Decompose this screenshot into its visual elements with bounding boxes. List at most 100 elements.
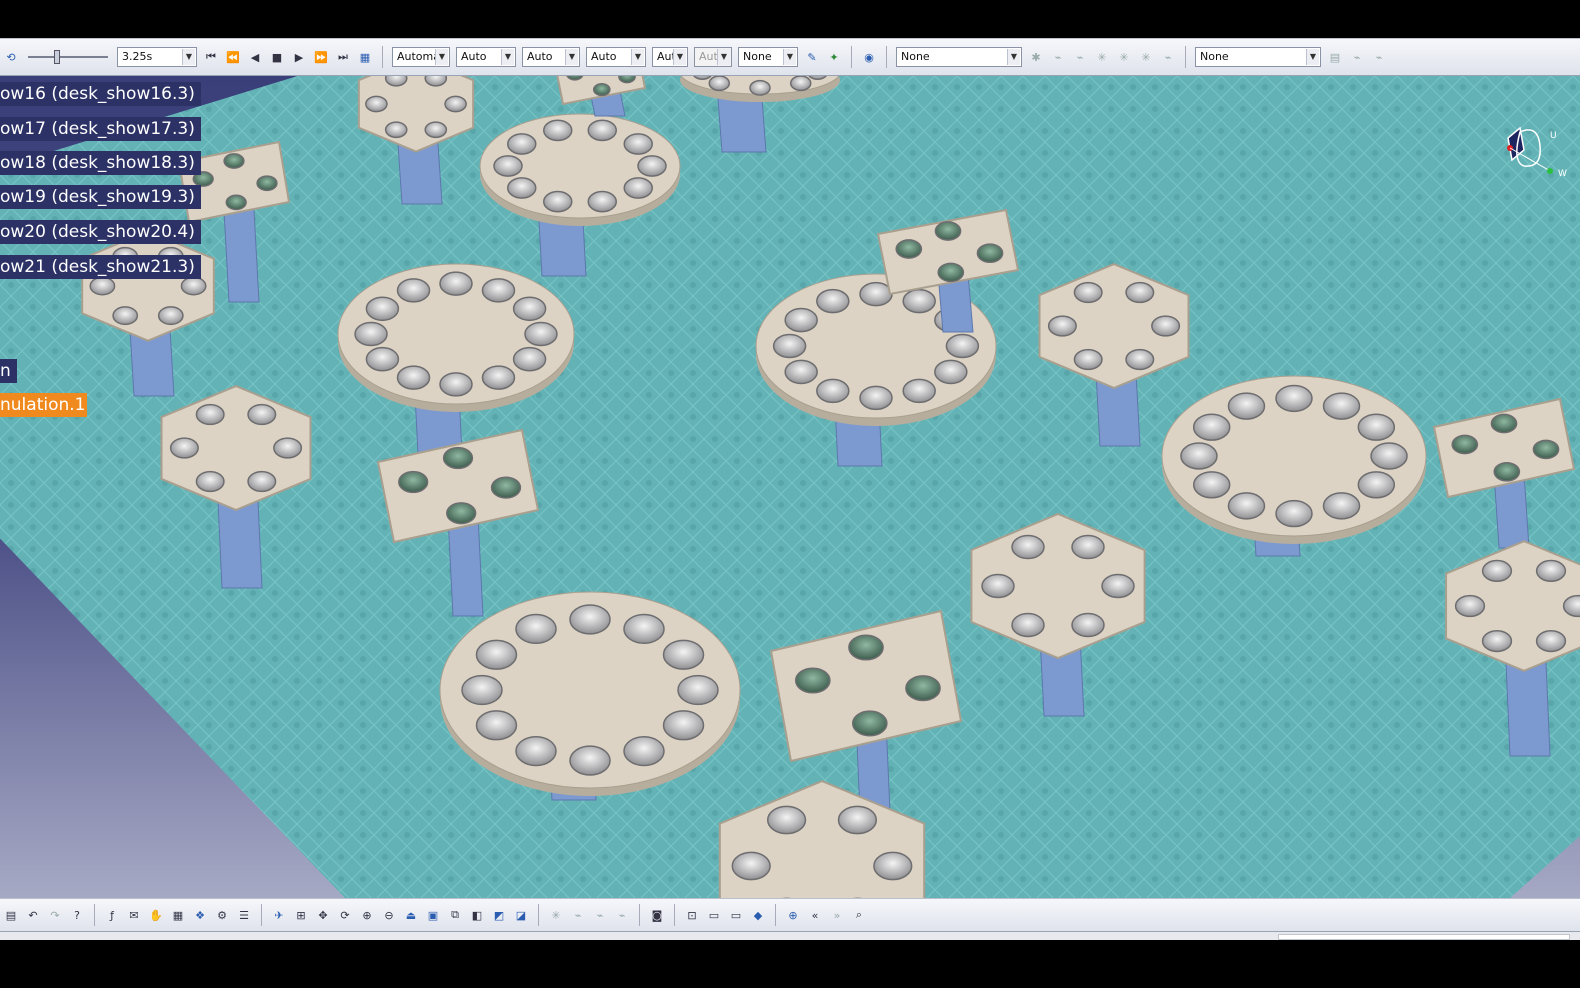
disabled-tool-icon: ⌁ <box>596 908 604 922</box>
seat-bowl <box>247 470 277 493</box>
tree-node-desk-show20[interactable]: ow20 (desk_show20.4) <box>0 220 201 244</box>
3d-viewport[interactable]: ow16 (desk_show16.3) ow17 (desk_show17.3… <box>0 76 1580 898</box>
seat-bowl <box>439 271 473 296</box>
seat-bowl <box>112 306 139 326</box>
seat-bowl <box>365 95 388 113</box>
seat-bowl <box>512 346 547 372</box>
green-seat <box>851 710 888 737</box>
list-icon[interactable]: ☰ <box>236 907 252 923</box>
tree-node-simulation-selected[interactable]: nulation.1 <box>0 393 88 417</box>
tree-node-desk-show18[interactable]: ow18 (desk_show18.3) <box>0 151 201 175</box>
mode-combo-2[interactable]: Auto ▼ <box>456 47 516 67</box>
chevron-down-icon: ▼ <box>631 49 644 65</box>
tree-node-desk-show17[interactable]: ow17 (desk_show17.3) <box>0 117 201 141</box>
annotation-icon[interactable]: ✉ <box>126 907 142 923</box>
play-icon[interactable]: ▶ <box>291 49 307 65</box>
formula-icon[interactable]: ƒ <box>104 907 120 923</box>
undo-icon[interactable]: ↶ <box>25 907 41 923</box>
tree-node-n[interactable]: n <box>0 359 17 383</box>
green-seat <box>905 675 941 702</box>
seat-bowl <box>731 851 771 881</box>
options-icon[interactable]: ✦ <box>826 49 842 65</box>
seat-bowl <box>789 76 812 92</box>
disabled-tool-icon: ✱ <box>1031 50 1041 64</box>
clash-icon[interactable]: ◉ <box>861 49 877 65</box>
knowledge-icon[interactable]: ❖ <box>192 907 208 923</box>
normal-view-icon[interactable]: ⏏ <box>403 907 419 923</box>
disabled-tool-icon: ✳ <box>1141 50 1151 64</box>
seat-bowl <box>837 805 878 835</box>
sequence-icon[interactable]: ▦ <box>357 49 373 65</box>
compass-w-label: W <box>1558 169 1567 179</box>
toolbar-separator <box>674 904 675 926</box>
disabled-tool-icon: ▤ <box>1329 50 1341 64</box>
toolbar-separator <box>775 904 776 926</box>
seat-bowl <box>1073 281 1103 304</box>
seat-bowl <box>623 613 665 645</box>
simulation-toolbar: ⟲ 3.25s ▼ ⏮ ⏪ ◀ ■ ▶ ⏩ ⏭ ▦ Automa ▼ Auto ▼ … <box>0 38 1580 76</box>
iso-view-icon[interactable]: ⧉ <box>447 907 463 923</box>
stop-icon[interactable]: ■ <box>269 49 285 65</box>
horizontal-scrollbar[interactable] <box>0 932 1580 940</box>
seat-bowl <box>507 177 537 199</box>
tree-node-desk-show19[interactable]: ow19 (desk_show19.3) <box>0 185 201 209</box>
render-style-icon[interactable]: ◧ <box>469 907 485 923</box>
mode-combo-4[interactable]: Auto ▼ <box>586 47 646 67</box>
mode-combo-7[interactable]: None ▼ <box>738 47 798 67</box>
table-icon[interactable]: ▦ <box>170 907 186 923</box>
restart-icon[interactable]: ⏮ <box>203 49 219 65</box>
green-seat <box>895 239 923 259</box>
zoom-in-icon[interactable]: ⊕ <box>359 907 375 923</box>
mode-combo-1[interactable]: Automa ▼ <box>392 47 450 67</box>
title-bar <box>0 0 1580 38</box>
mode-combo-5[interactable]: Aut ▼ <box>652 47 688 67</box>
globe-icon[interactable]: ⊕ <box>785 907 801 923</box>
seat-bowl <box>1370 442 1408 470</box>
whats-this-icon[interactable]: ? <box>69 907 85 923</box>
seat-bowl <box>623 177 653 199</box>
simulation-icon[interactable]: ▭ <box>706 907 722 923</box>
pan-icon[interactable]: ✥ <box>315 907 331 923</box>
multi-view-icon[interactable]: ▣ <box>425 907 441 923</box>
seat-bowl <box>384 121 408 139</box>
first-frame-icon[interactable]: ⏪ <box>225 49 241 65</box>
swap-visible-icon[interactable]: ◪ <box>513 907 529 923</box>
player-icon[interactable]: ⊡ <box>684 907 700 923</box>
loop-icon[interactable]: ⟲ <box>3 49 19 65</box>
toolbar-separator <box>851 46 852 68</box>
cube-icon[interactable]: ◆ <box>750 907 766 923</box>
hide-show-icon[interactable]: ◩ <box>491 907 507 923</box>
fit-all-icon[interactable]: ⊞ <box>293 907 309 923</box>
analysis-combo-2[interactable]: None ▼ <box>1195 47 1321 67</box>
fly-icon[interactable]: ✈ <box>271 907 287 923</box>
last-frame-icon[interactable]: ⏭ <box>335 49 351 65</box>
tree-node-desk-show21[interactable]: ow21 (desk_show21.3) <box>0 255 201 279</box>
time-slider[interactable] <box>28 49 108 65</box>
seat-bowl <box>902 378 936 404</box>
seat-bowl <box>1071 612 1105 638</box>
seat-bowl <box>784 359 818 385</box>
compass-icon[interactable]: U W <box>1490 122 1570 192</box>
rotate-icon[interactable]: ⟳ <box>337 907 353 923</box>
step-back-icon[interactable]: ◀ <box>247 49 263 65</box>
paste-icon[interactable]: ▤ <box>3 907 19 923</box>
monitor-icon[interactable]: ▭ <box>728 907 744 923</box>
record-icon[interactable]: ✎ <box>804 49 820 65</box>
search-icon[interactable]: ⌕ <box>851 907 867 923</box>
tree-node-desk-show16[interactable]: ow16 (desk_show16.3) <box>0 82 201 106</box>
camera-icon[interactable]: ◙ <box>649 907 665 923</box>
green-seat <box>1490 413 1518 434</box>
toolbar-separator <box>1185 46 1186 68</box>
catalog-icon[interactable]: ⚙ <box>214 907 230 923</box>
analysis-combo-1[interactable]: None ▼ <box>896 47 1022 67</box>
step-forward-icon[interactable]: ⏩ <box>313 49 329 65</box>
time-step-combo[interactable]: 3.25s ▼ <box>117 47 197 67</box>
chevron-down-icon: ▼ <box>1007 49 1020 65</box>
mode-combo-3[interactable]: Auto ▼ <box>522 47 580 67</box>
slider-knob[interactable] <box>54 50 60 64</box>
combo-value: Auto <box>591 50 617 63</box>
combo-value: None <box>1200 50 1229 63</box>
scene-canvas[interactable] <box>0 76 1580 898</box>
rewind-icon[interactable]: « <box>807 907 823 923</box>
zoom-out-icon[interactable]: ⊖ <box>381 907 397 923</box>
